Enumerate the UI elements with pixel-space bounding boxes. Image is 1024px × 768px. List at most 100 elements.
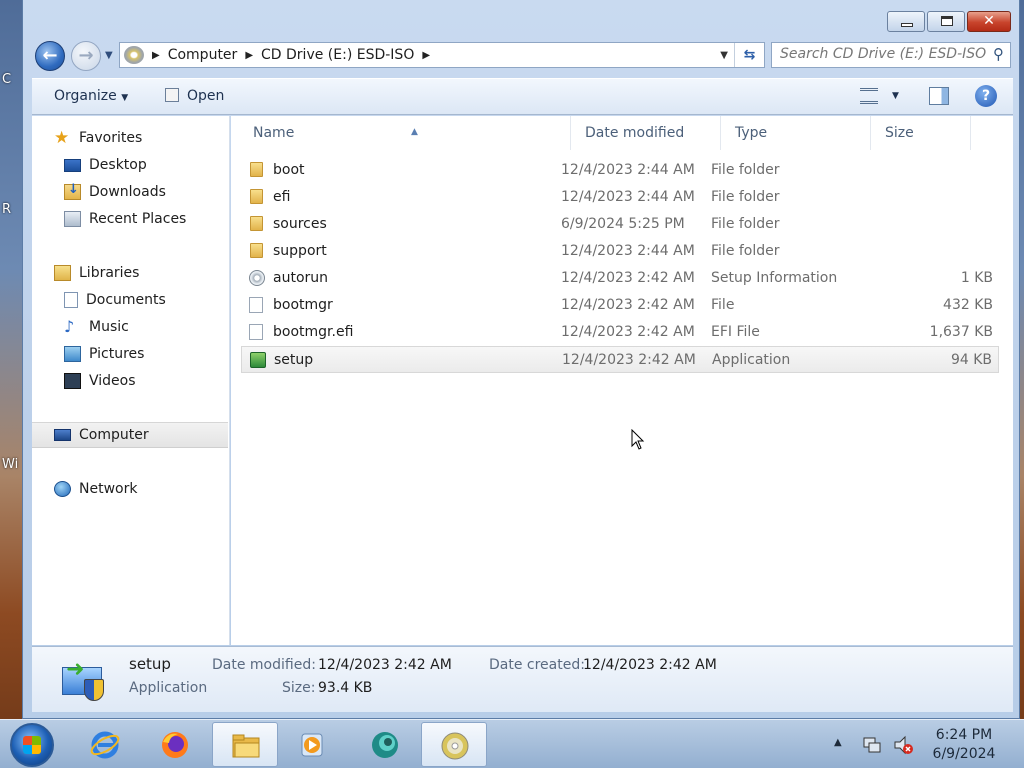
file-date-modified: 12/4/2023 2:42 AM: [562, 352, 696, 368]
column-header-date-modified[interactable]: Date modified: [571, 116, 721, 150]
minimize-button[interactable]: [887, 11, 925, 32]
address-dropdown-icon[interactable]: ▼: [720, 50, 728, 61]
details-date-modified: 12/4/2023 2:42 AM: [318, 657, 452, 673]
nav-recent-places[interactable]: Recent Places: [32, 206, 228, 232]
breadcrumb-separator[interactable]: ▶: [245, 50, 253, 61]
nav-pictures[interactable]: Pictures: [32, 341, 228, 367]
column-header-type[interactable]: Type: [721, 116, 871, 150]
column-label: Size: [885, 125, 914, 141]
file-row-sources[interactable]: sources 6/9/2024 5:25 PM File folder: [241, 211, 999, 238]
nav-videos[interactable]: Videos: [32, 368, 228, 394]
sort-ascending-icon: ▲: [411, 127, 418, 137]
breadcrumb-computer[interactable]: Computer: [168, 47, 238, 63]
forward-arrow-icon: →: [78, 45, 94, 66]
breadcrumb-separator[interactable]: ▶: [422, 50, 430, 61]
folder-icon: [250, 216, 263, 231]
start-button[interactable]: [10, 723, 54, 767]
nav-documents[interactable]: Documents: [32, 287, 228, 313]
open-button[interactable]: Open: [165, 88, 224, 104]
organize-button[interactable]: Organize ▼: [54, 88, 128, 104]
file-size: 432 KB: [943, 297, 993, 313]
nav-computer[interactable]: Computer: [32, 422, 228, 448]
search-icon[interactable]: ⚲: [993, 45, 1004, 63]
nav-label: Documents: [86, 292, 166, 308]
close-button[interactable]: ✕: [967, 11, 1011, 32]
file-row-setup[interactable]: setup 12/4/2023 2:42 AM Application 94 KB: [241, 346, 999, 373]
desktop-label-fragment: R: [2, 202, 12, 217]
column-header-size[interactable]: Size: [871, 116, 971, 150]
file-date-modified: 12/4/2023 2:44 AM: [561, 162, 695, 178]
nav-label: Recent Places: [89, 211, 187, 227]
column-label: Type: [735, 125, 768, 141]
file-row-bootmgr[interactable]: bootmgr 12/4/2023 2:42 AM File 432 KB: [241, 292, 999, 319]
taskbar-windows-explorer[interactable]: [212, 722, 278, 767]
application-icon: [250, 352, 266, 368]
volume-muted-icon[interactable]: [892, 734, 914, 756]
change-view-icon[interactable]: [860, 88, 878, 104]
taskbar-media-player[interactable]: [280, 722, 346, 767]
show-hidden-icons-button[interactable]: ▲: [834, 737, 842, 748]
folder-icon: [250, 189, 263, 204]
forward-button[interactable]: →: [71, 41, 101, 71]
nav-music[interactable]: ♪ Music: [32, 314, 228, 340]
taskbar-cd-drive[interactable]: [421, 722, 487, 767]
downloads-icon: [64, 182, 81, 200]
taskbar-firefox[interactable]: [142, 722, 208, 767]
file-type: File folder: [711, 243, 780, 259]
refresh-button[interactable]: ⇆: [734, 43, 764, 67]
desktop-label-fragment: C: [2, 72, 12, 87]
back-button[interactable]: ←: [35, 41, 65, 71]
clock-date: 6/9/2024: [932, 746, 996, 762]
file-type: Setup Information: [711, 270, 838, 286]
details-pane: ➜ setup Application Date modified: 12/4/…: [32, 646, 1013, 712]
file-name: bootmgr.efi: [273, 324, 354, 340]
libraries-icon: [54, 265, 71, 281]
breadcrumb-cd-drive[interactable]: CD Drive (E:) ESD-ISO: [261, 47, 414, 63]
file-type: Application: [712, 352, 791, 368]
nav-label: Libraries: [79, 265, 140, 281]
file-type: File folder: [711, 162, 780, 178]
file-row-support[interactable]: support 12/4/2023 2:44 AM File folder: [241, 238, 999, 265]
nav-label: Downloads: [89, 184, 166, 200]
nav-label: Pictures: [89, 346, 145, 362]
nav-libraries[interactable]: Libraries: [32, 260, 228, 286]
file-name: setup: [274, 352, 314, 368]
close-icon: ✕: [983, 13, 995, 29]
column-label: Name: [253, 125, 295, 141]
file-row-efi[interactable]: efi 12/4/2023 2:44 AM File folder: [241, 184, 999, 211]
taskbar-clock[interactable]: 6:24 PM 6/9/2024: [918, 726, 1010, 764]
maximize-button[interactable]: [927, 11, 965, 32]
column-header-name[interactable]: ▲ Name: [239, 116, 571, 150]
file-date-modified: 12/4/2023 2:44 AM: [561, 189, 695, 205]
recent-pages-dropdown[interactable]: ▼: [105, 50, 113, 61]
details-date-created: 12/4/2023 2:42 AM: [583, 657, 717, 673]
file-row-autorun[interactable]: autorun 12/4/2023 2:42 AM Setup Informatio…: [241, 265, 999, 292]
nav-favorites[interactable]: ★ Favorites: [32, 125, 228, 151]
taskbar-internet-explorer[interactable]: [72, 722, 138, 767]
taskbar-app[interactable]: [352, 722, 418, 767]
documents-icon: [64, 292, 78, 308]
file-type: File: [711, 297, 735, 313]
nav-desktop[interactable]: Desktop: [32, 152, 228, 178]
search-input[interactable]: Search CD Drive (E:) ESD-ISO ⚲: [771, 42, 1011, 68]
file-row-boot[interactable]: boot 12/4/2023 2:44 AM File folder: [241, 157, 999, 184]
open-icon: [165, 88, 179, 102]
view-options-dropdown[interactable]: ▼: [892, 91, 899, 101]
back-arrow-icon: ←: [42, 45, 58, 66]
address-bar[interactable]: ▶ Computer ▶ CD Drive (E:) ESD-ISO ▶ ▼ ⇆: [119, 42, 765, 68]
column-label: Date modified: [585, 125, 685, 141]
windows-logo-icon: [23, 736, 41, 754]
search-placeholder: Search CD Drive (E:) ESD-ISO: [780, 46, 987, 62]
nav-downloads[interactable]: Downloads: [32, 179, 228, 205]
file-list: ▲ Name Date modified Type Size boot 12/4/…: [231, 116, 1013, 645]
breadcrumb-separator[interactable]: ▶: [152, 50, 160, 61]
details-file-type: Application: [129, 680, 208, 696]
firefox-icon: [162, 732, 188, 758]
network-status-icon[interactable]: [862, 735, 882, 755]
preview-pane-icon[interactable]: [929, 87, 949, 105]
file-date-modified: 12/4/2023 2:42 AM: [561, 297, 695, 313]
file-row-bootmgr-efi[interactable]: bootmgr.efi 12/4/2023 2:42 AM EFI File 1,63…: [241, 319, 999, 346]
nav-network[interactable]: Network: [32, 476, 228, 502]
file-name: support: [273, 243, 327, 259]
help-icon[interactable]: ?: [975, 85, 997, 107]
